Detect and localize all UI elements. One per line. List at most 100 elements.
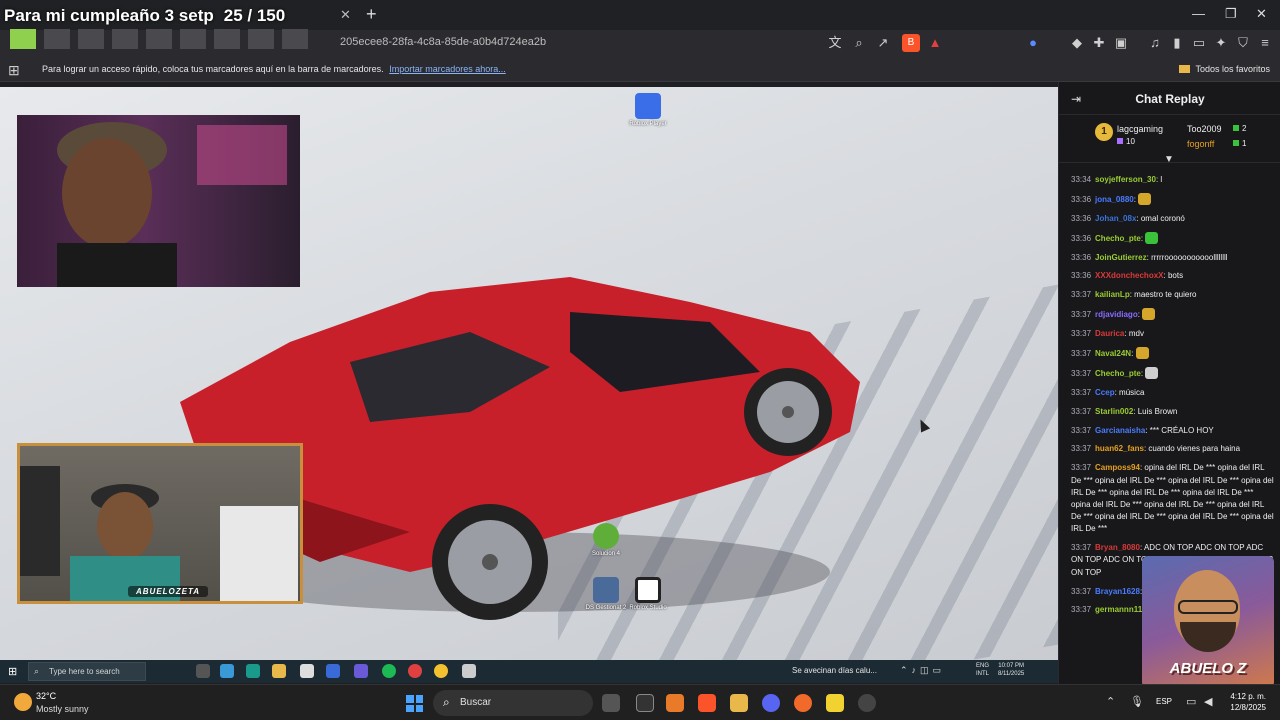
leo-ai-icon[interactable]: ✦ bbox=[1212, 34, 1230, 52]
file-explorer-icon[interactable] bbox=[730, 694, 748, 712]
share-icon[interactable]: ↗ bbox=[874, 34, 892, 52]
progress-segment bbox=[44, 29, 70, 49]
sticky-notes-icon[interactable] bbox=[826, 694, 844, 712]
edge-icon[interactable] bbox=[220, 664, 234, 678]
weather-sun-icon[interactable] bbox=[14, 693, 32, 711]
weather-temp[interactable]: 32°C bbox=[36, 691, 56, 701]
store-icon[interactable] bbox=[300, 664, 314, 678]
import-bookmarks-link[interactable]: Importar marcadores ahora... bbox=[389, 64, 506, 74]
chat-timestamp: 33:36 bbox=[1071, 271, 1092, 281]
chat-username[interactable]: JoinGutierrez bbox=[1095, 253, 1147, 262]
tab-search-icon[interactable]: ▣ bbox=[1112, 34, 1130, 52]
rewards-icon[interactable]: ▲ bbox=[926, 34, 944, 52]
chat-text: Luis Brown bbox=[1137, 406, 1178, 416]
chat-username[interactable]: Daurica bbox=[1095, 329, 1124, 338]
chat-timestamp: 33:34 bbox=[1071, 175, 1092, 184]
remote-search-box[interactable]: ⌕ Type here to search bbox=[28, 662, 146, 681]
chat-timestamp: 33:37 bbox=[1071, 425, 1092, 435]
window-close-icon[interactable]: ✕ bbox=[1256, 6, 1267, 22]
spotify-icon[interactable] bbox=[382, 664, 396, 678]
search-icon: ⌕ bbox=[34, 666, 40, 676]
all-favorites-button[interactable]: Todos los favoritos bbox=[1179, 64, 1270, 74]
chat-username[interactable]: jona_0880 bbox=[1095, 195, 1134, 204]
file-explorer-icon[interactable] bbox=[272, 664, 286, 678]
desktop-icon-solucion[interactable]: Solucion 4 bbox=[576, 523, 636, 558]
app-icon[interactable] bbox=[666, 694, 684, 712]
sidebar-icon[interactable]: ▮ bbox=[1168, 34, 1186, 52]
discord-icon[interactable] bbox=[762, 694, 780, 712]
vpn-icon[interactable]: ▭ bbox=[1190, 34, 1208, 52]
windows-start-icon[interactable]: ⊞ bbox=[8, 665, 17, 678]
plus-icon[interactable]: + bbox=[366, 4, 377, 25]
task-view-icon[interactable] bbox=[602, 694, 620, 712]
chat-text: maestro te quiero bbox=[1134, 290, 1197, 300]
chat-username[interactable]: Bryan_8080 bbox=[1095, 543, 1140, 552]
weather-condition[interactable]: Mostly sunny bbox=[36, 704, 89, 714]
chat-username[interactable]: huan62_fans bbox=[1095, 444, 1144, 453]
remote-language[interactable]: ENG INTL bbox=[976, 662, 989, 678]
chat-username[interactable]: XXXdonchechoxX bbox=[1095, 271, 1163, 280]
chat-username[interactable]: Checho_pte bbox=[1095, 234, 1141, 243]
windows-start-icon[interactable] bbox=[406, 695, 423, 712]
chat-text: opina del IRL De *** opina del IRL De **… bbox=[1071, 463, 1274, 534]
translate-icon[interactable]: 文 bbox=[826, 34, 844, 52]
chat-timestamp: 33:36 bbox=[1071, 213, 1092, 223]
restore-icon[interactable]: ❐ bbox=[1225, 6, 1237, 22]
progress-segment bbox=[78, 29, 104, 49]
chat-username[interactable]: Brayan1628 bbox=[1095, 587, 1140, 596]
puzzle-icon[interactable]: ✚ bbox=[1090, 34, 1108, 52]
wallet-icon[interactable]: ◆ bbox=[1068, 34, 1086, 52]
chrome-icon[interactable] bbox=[434, 664, 448, 678]
leader-name[interactable]: lagcgaming bbox=[1117, 124, 1163, 134]
shield-icon[interactable]: ⛉ bbox=[1234, 34, 1252, 52]
chat-username[interactable]: Ccep bbox=[1095, 388, 1115, 397]
brave-shields-icon[interactable]: B bbox=[902, 34, 920, 52]
chat-message: 33:37 Camposs94: opina del IRL De *** opi… bbox=[1071, 462, 1275, 535]
chat-username[interactable]: Checho_pte bbox=[1095, 369, 1141, 378]
chat-username[interactable]: rdjavidiago bbox=[1095, 310, 1138, 319]
chevron-up-icon[interactable]: ⌃ bbox=[1106, 695, 1115, 708]
leader-name[interactable]: Too2009 bbox=[1187, 124, 1222, 134]
minimize-icon[interactable]: — bbox=[1192, 6, 1205, 21]
chevron-down-icon[interactable]: ▼ bbox=[1164, 154, 1174, 165]
chat-username[interactable]: Garcianaisha bbox=[1095, 426, 1145, 435]
edge-browser-icon[interactable] bbox=[246, 664, 260, 678]
chat-username[interactable]: kailianLp bbox=[1095, 290, 1130, 299]
network-icon[interactable]: ▭ bbox=[1186, 695, 1196, 708]
chat-username[interactable]: soyjefferson_30 bbox=[1095, 175, 1156, 184]
obs-icon[interactable] bbox=[408, 664, 422, 678]
remote-clock[interactable]: 10:07 PM 8/11/2025 bbox=[998, 662, 1024, 678]
microphone-icon[interactable]: 🎙 bbox=[1130, 695, 1144, 708]
zoom-icon[interactable]: ⌕ bbox=[850, 34, 868, 52]
remote-news-widget[interactable]: Se avecinan días calu... bbox=[792, 666, 877, 675]
outlook-icon[interactable] bbox=[326, 664, 340, 678]
host-clock[interactable]: 4:12 p. m. 12/8/2025 bbox=[1222, 691, 1266, 713]
chat-username[interactable]: Johan_08x bbox=[1095, 214, 1136, 223]
host-language[interactable]: ESP bbox=[1156, 697, 1172, 706]
close-icon[interactable]: ✕ bbox=[340, 7, 351, 23]
task-view-icon[interactable] bbox=[196, 664, 210, 678]
chat-username[interactable]: Camposs94 bbox=[1095, 463, 1140, 472]
remote-tray-icons[interactable]: ⌃♪◫▭ bbox=[900, 665, 945, 676]
chat-username[interactable]: Naval24N bbox=[1095, 349, 1131, 358]
desktop-icon-roblox-player[interactable]: Roblox Player bbox=[618, 93, 678, 128]
leader-name[interactable]: fogonff bbox=[1187, 139, 1214, 149]
apps-grid-icon[interactable]: ⊞ bbox=[8, 62, 20, 79]
media-icon[interactable]: ♫ bbox=[1146, 34, 1164, 52]
app-icon[interactable] bbox=[794, 694, 812, 712]
desktop-icon-label: Solucion 4 bbox=[591, 551, 621, 557]
epic-games-icon[interactable] bbox=[636, 694, 654, 712]
volume-icon[interactable]: ◀ bbox=[1204, 695, 1212, 708]
brave-icon[interactable] bbox=[698, 694, 716, 712]
app-icon[interactable] bbox=[462, 664, 476, 678]
desktop-icon-roblox-studio[interactable]: Roblox Studio bbox=[618, 577, 678, 612]
chat-username[interactable]: germannn11 bbox=[1095, 605, 1142, 614]
address-bar[interactable]: 205ecee8-28fa-4c8a-85de-a0b4d724ea2b bbox=[340, 36, 546, 48]
host-time: 4:12 p. m. bbox=[1230, 692, 1266, 701]
discord-icon[interactable] bbox=[354, 664, 368, 678]
menu-icon[interactable]: ≡ bbox=[1256, 34, 1274, 52]
chat-username[interactable]: Starlin002 bbox=[1095, 407, 1133, 416]
host-search-box[interactable]: ⌕ Buscar bbox=[433, 690, 593, 716]
extension-icon[interactable]: ● bbox=[1024, 34, 1042, 52]
obs-icon[interactable] bbox=[858, 694, 876, 712]
